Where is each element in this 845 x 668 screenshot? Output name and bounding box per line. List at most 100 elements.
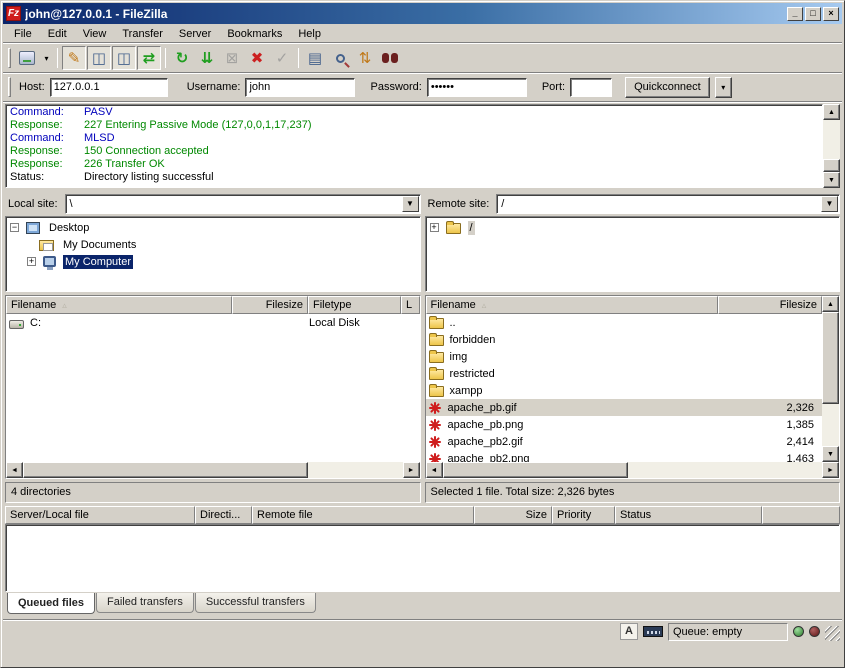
remote-file-row[interactable]: restricted [426,365,823,382]
column-header-remote-file[interactable]: Remote file [252,506,474,524]
toolbar-grip[interactable] [8,48,11,68]
my-documents-icon [39,240,54,251]
close-button[interactable]: × [823,7,839,21]
toggle-local-tree-button[interactable]: ◫ [87,46,111,70]
remote-file-row[interactable]: apache_pb2.gif2,414 [426,433,823,450]
tab-failed-transfers[interactable]: Failed transfers [96,593,194,613]
reconnect-button[interactable]: ✓ [270,46,294,70]
tab-queued-files[interactable]: Queued files [7,593,95,614]
find-files-button[interactable] [328,46,352,70]
scroll-down-icon[interactable]: ▼ [823,172,840,188]
scroll-down-icon[interactable]: ▼ [822,446,839,462]
scroll-left-icon[interactable]: ◄ [426,462,443,478]
scroll-up-icon[interactable]: ▲ [822,296,839,312]
remote-tree: + / [425,216,841,292]
menu-file[interactable]: File [7,26,39,42]
quickconnect-button[interactable]: Quickconnect [625,77,710,98]
remote-file-row[interactable]: xampp [426,382,823,399]
expand-icon[interactable]: + [27,257,36,266]
menu-server[interactable]: Server [172,26,218,42]
toolbar-separator [57,48,58,68]
host-input[interactable] [50,78,168,97]
column-header-status[interactable]: Status [615,506,762,524]
toggle-remote-tree-button[interactable]: ◫ [112,46,136,70]
remote-file-row[interactable]: apache_pb.png1,385 [426,416,823,433]
process-queue-button[interactable]: ⇊ [195,46,219,70]
tab-successful-transfers[interactable]: Successful transfers [195,593,316,613]
site-manager-dropdown[interactable]: ▾ [40,46,53,70]
local-horizontal-scrollbar[interactable]: ◄ ► [6,462,420,478]
synchronized-browsing-button[interactable]: ⇅ [353,46,377,70]
column-header-filetype[interactable]: Filetype [308,296,401,314]
quickbar-grip[interactable] [8,77,11,97]
tree-item-my-documents[interactable]: My Documents [6,236,420,253]
column-header-filename[interactable]: Filename▵ [6,296,232,314]
column-header-filesize[interactable]: Filesize [718,296,822,314]
quickconnect-dropdown[interactable]: ▾ [715,77,732,98]
scroll-up-icon[interactable]: ▲ [823,104,840,120]
column-header-priority[interactable]: Priority [552,506,615,524]
remote-site-pane: Remote site: / ▼ + / [425,193,841,292]
toggle-log-button[interactable]: ✎ [62,46,86,70]
chevron-down-icon[interactable]: ▼ [821,196,838,212]
scroll-right-icon[interactable]: ► [822,462,839,478]
local-site-combo[interactable]: \ ▼ [65,194,421,214]
disconnect-button[interactable]: ✖ [245,46,269,70]
scrollbar-thumb[interactable] [23,462,308,478]
titlebar: Fz john@127.0.0.1 - FileZilla _ □ × [3,3,842,24]
menu-bookmarks[interactable]: Bookmarks [220,26,289,42]
chevron-down-icon[interactable]: ▼ [402,196,419,212]
toggle-queue-button[interactable]: ⇄ [137,46,161,70]
filter-button[interactable] [378,46,402,70]
tree-item-root[interactable]: + / [426,219,840,236]
scrollbar-thumb[interactable] [443,462,628,478]
column-header-direction[interactable]: Directi... [195,506,252,524]
directory-comparison-button[interactable]: ▤ [303,46,327,70]
remote-file-row[interactable]: img [426,348,823,365]
site-manager-button[interactable] [15,46,39,70]
expand-icon[interactable]: + [430,223,439,232]
remote-vertical-scrollbar[interactable]: ▲ ▼ [822,296,839,462]
username-input[interactable] [245,78,355,97]
remote-list-header: Filename▵ Filesize [426,296,823,314]
column-header-server-local-file[interactable]: Server/Local file [5,506,195,524]
scroll-left-icon[interactable]: ◄ [6,462,23,478]
collapse-icon[interactable]: − [10,223,19,232]
password-input[interactable] [427,78,527,97]
status-bar: A Queue: empty [3,619,842,643]
remote-file-row[interactable]: forbidden [426,331,823,348]
column-header-lastmodified[interactable]: L [401,296,420,314]
folder-icon [429,386,444,397]
remote-site-combo[interactable]: / ▼ [496,194,840,214]
column-header-filename[interactable]: Filename▵ [426,296,719,314]
remote-horizontal-scrollbar[interactable]: ◄ ► [426,462,840,478]
scrollbar-thumb[interactable] [823,159,840,172]
remote-file-row-selected[interactable]: apache_pb.gif2,326 [426,399,823,416]
tree-item-desktop[interactable]: − Desktop [6,219,420,236]
refresh-button[interactable]: ↻ [170,46,194,70]
menu-edit[interactable]: Edit [41,26,74,42]
maximize-button[interactable]: □ [805,7,821,21]
scrollbar-thumb[interactable] [822,312,839,404]
remote-file-row[interactable]: apache_pb2.png1,463 [426,450,823,462]
column-header-size[interactable]: Size [474,506,552,524]
menu-help[interactable]: Help [291,26,328,42]
resize-grip[interactable] [825,626,840,641]
scroll-right-icon[interactable]: ► [403,462,420,478]
log-vertical-scrollbar[interactable]: ▲ ▼ [823,104,840,188]
port-input[interactable] [570,78,612,97]
remote-file-list-pane: Filename▵ Filesize .. forbidden img rest… [425,295,841,503]
menu-transfer[interactable]: Transfer [115,26,170,42]
filezilla-window: Fz john@127.0.0.1 - FileZilla _ □ × File… [0,0,845,668]
column-header-filesize[interactable]: Filesize [232,296,308,314]
minimize-button[interactable]: _ [787,7,803,21]
filezilla-app-icon[interactable]: Fz [6,6,21,21]
tree-item-my-computer[interactable]: + My Computer [6,253,420,270]
toolbar-separator [165,48,166,68]
remote-file-row[interactable]: .. [426,314,823,331]
cancel-operation-button[interactable]: ⊠ [220,46,244,70]
local-file-row[interactable]: C: Local Disk [6,314,420,331]
menu-view[interactable]: View [76,26,114,42]
speed-limit-icon[interactable] [643,626,663,637]
data-type-icon[interactable]: A [620,623,638,640]
